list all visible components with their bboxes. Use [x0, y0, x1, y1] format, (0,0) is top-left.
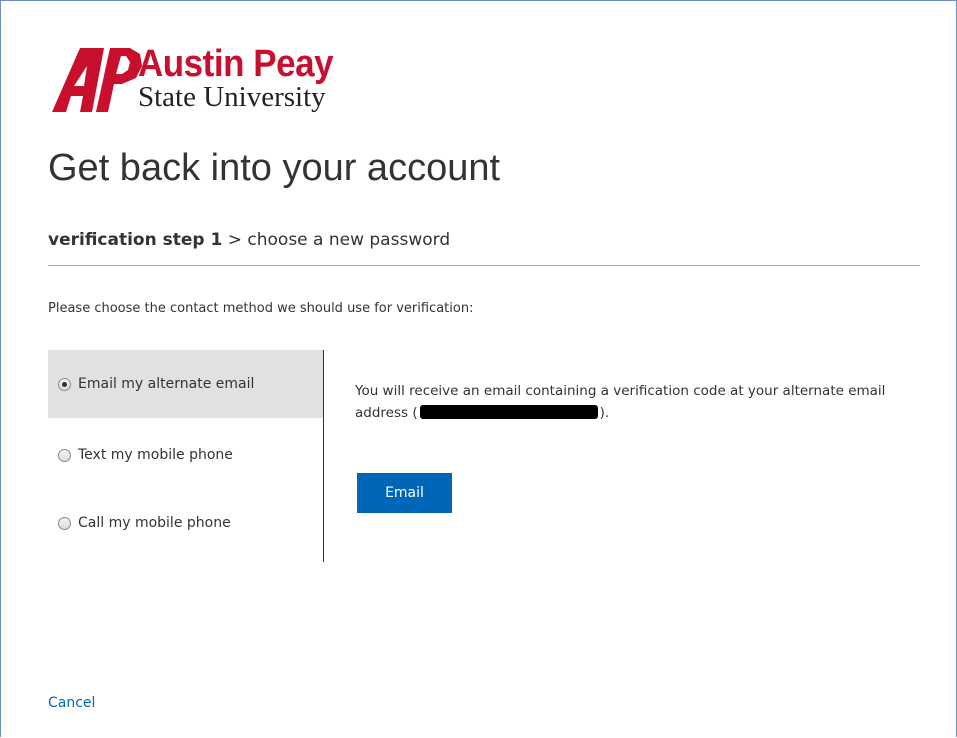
- breadcrumb-separator: >: [227, 230, 242, 250]
- method-option-email[interactable]: Email my alternate email: [48, 350, 323, 418]
- breadcrumb-next-step: choose a new password: [247, 230, 451, 250]
- method-label-text: Text my mobile phone: [78, 447, 233, 463]
- method-label-call: Call my mobile phone: [78, 515, 231, 531]
- logo-wordmark-line2: State University: [138, 81, 326, 113]
- ap-logo-mark-icon: [52, 48, 142, 112]
- method-label-email: Email my alternate email: [78, 376, 255, 392]
- method-option-text[interactable]: Text my mobile phone: [48, 421, 323, 489]
- radio-button-call[interactable]: [58, 516, 71, 530]
- breadcrumb: verification step 1 > choose a new passw…: [48, 228, 450, 252]
- contact-method-list: Email my alternate email Text my mobile …: [48, 350, 324, 562]
- radio-button-email[interactable]: [58, 377, 71, 391]
- email-button[interactable]: Email: [357, 473, 452, 513]
- description-text-end: ).: [599, 405, 610, 421]
- breadcrumb-current-step: verification step 1: [48, 230, 223, 250]
- divider: [48, 265, 920, 266]
- university-logo: Austin Peay State University: [52, 44, 372, 119]
- cancel-link[interactable]: Cancel: [48, 695, 95, 711]
- page-title: Get back into your account: [48, 147, 501, 189]
- radio-button-text[interactable]: [58, 448, 71, 462]
- method-option-call[interactable]: Call my mobile phone: [48, 489, 323, 557]
- logo-wordmark-line1: Austin Peay: [138, 43, 334, 85]
- redacted-email: [419, 405, 598, 419]
- instruction-text: Please choose the contact method we shou…: [48, 301, 474, 316]
- method-description: You will receive an email containing a v…: [355, 380, 935, 424]
